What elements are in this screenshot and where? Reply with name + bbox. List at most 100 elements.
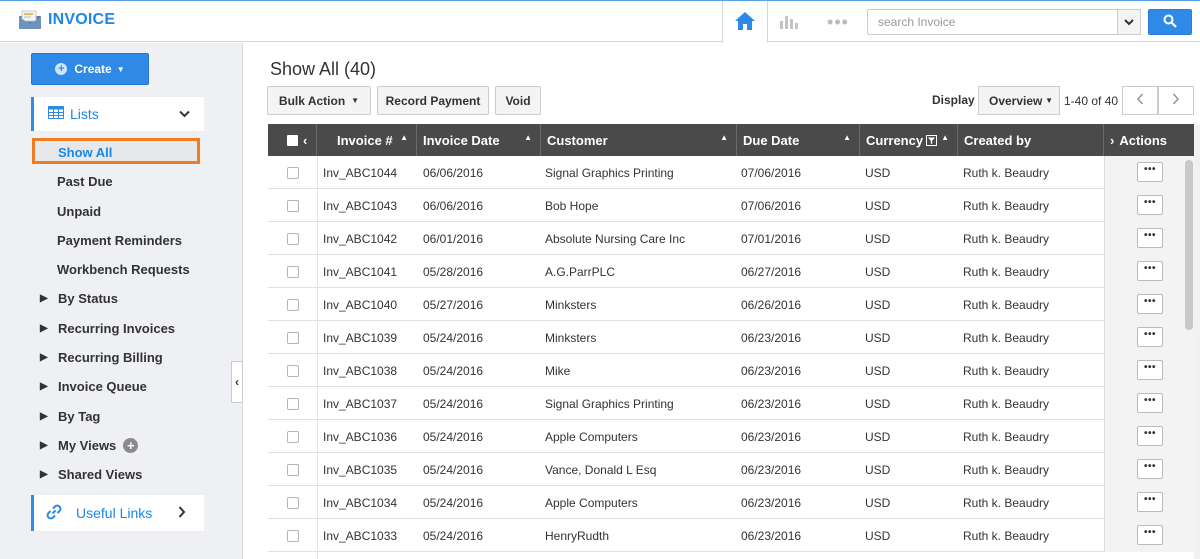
column-header-invoice-number[interactable]: Invoice # ▲ — [317, 124, 417, 156]
lists-section-header[interactable]: Lists — [31, 97, 204, 131]
row-checkbox[interactable] — [287, 299, 299, 311]
envelope-invoice-icon — [18, 10, 42, 30]
bulk-action-button[interactable]: Bulk Action ▼ — [267, 86, 371, 115]
customer-cell: Vance, Donald L Esq — [545, 462, 657, 477]
currency-cell: USD — [865, 330, 891, 345]
table-row[interactable]: Inv_ABC1034 05/24/2016 Apple Computers 06/2… — [268, 486, 1194, 519]
app-brand[interactable]: INVOICE — [18, 10, 115, 30]
row-checkbox[interactable] — [287, 200, 299, 212]
create-button[interactable]: + Create ▼ — [31, 53, 149, 85]
scrollbar-track[interactable] — [1194, 124, 1200, 559]
created-by-cell: Ruth k. Beaudry — [963, 297, 1050, 312]
currency-cell: USD — [865, 396, 891, 411]
row-actions-button[interactable]: ••• — [1137, 195, 1163, 215]
table-header: ‹ Invoice # ▲ Invoice Date ▲ Customer ▲ … — [268, 124, 1194, 156]
sidebar-group-recurring-billing[interactable]: ▶ Recurring Billing — [40, 350, 163, 365]
void-button[interactable]: Void — [495, 86, 541, 115]
sidebar-group-by-status[interactable]: ▶ By Status — [40, 291, 118, 306]
row-actions-button[interactable]: ••• — [1137, 393, 1163, 413]
sidebar-collapse-button[interactable]: ‹ — [231, 361, 243, 403]
sidebar-group-by-tag[interactable]: ▶ By Tag — [40, 409, 100, 424]
due-date-cell: 06/23/2016 — [741, 528, 802, 543]
next-page-button[interactable] — [1158, 86, 1194, 115]
due-date-cell: 07/06/2016 — [741, 165, 802, 180]
row-checkbox[interactable] — [287, 266, 299, 278]
column-header-actions[interactable]: › Actions — [1104, 124, 1194, 156]
created-by-cell: Ruth k. Beaudry — [963, 363, 1050, 378]
table-row[interactable]: Inv_ABC1043 06/06/2016 Bob Hope 07/06/2016 U… — [268, 189, 1194, 222]
table-row[interactable]: Inv_ABC1037 05/24/2016 Signal Graphics Pri… — [268, 387, 1194, 420]
previous-page-button[interactable] — [1122, 86, 1158, 115]
actions-cell: ••• — [1104, 189, 1194, 222]
sidebar-item-show-all[interactable]: Show All — [32, 138, 200, 164]
row-checkbox[interactable] — [287, 464, 299, 476]
row-actions-button[interactable]: ••• — [1137, 525, 1163, 545]
scrollbar-thumb[interactable] — [1185, 160, 1193, 330]
currency-cell: USD — [865, 495, 891, 510]
record-payment-button[interactable]: Record Payment — [377, 86, 489, 115]
row-checkbox[interactable] — [287, 431, 299, 443]
reports-button[interactable] — [772, 1, 806, 43]
invoice-number-cell: Inv_ABC1044 — [323, 165, 398, 180]
row-checkbox[interactable] — [287, 497, 299, 509]
sidebar-item-payment-reminders[interactable]: Payment Reminders — [57, 233, 182, 248]
invoice-date-cell: 05/24/2016 — [423, 462, 484, 477]
sidebar-group-recurring-invoices[interactable]: ▶ Recurring Invoices — [40, 321, 175, 336]
search-input[interactable] — [867, 9, 1117, 35]
search-dropdown-button[interactable] — [1117, 9, 1141, 35]
column-header-due-date[interactable]: Due Date ▲ — [737, 124, 860, 156]
row-actions-button[interactable]: ••• — [1137, 162, 1163, 182]
row-checkbox[interactable] — [287, 398, 299, 410]
display-view-select[interactable]: Overview ▼ — [978, 86, 1060, 115]
row-actions-button[interactable]: ••• — [1137, 492, 1163, 512]
select-all-header[interactable]: ‹ — [268, 124, 317, 156]
more-menu-button[interactable]: ••• — [818, 1, 858, 43]
table-row[interactable]: Inv_ABC1033 05/24/2016 HenryRudth 06/23/201… — [268, 519, 1194, 552]
row-actions-button[interactable]: ••• — [1137, 360, 1163, 380]
chevron-right-icon — [178, 506, 186, 521]
sidebar-item-workbench-requests[interactable]: Workbench Requests — [57, 262, 190, 277]
column-header-currency[interactable]: Currency ▲ — [860, 124, 958, 156]
column-header-created-by[interactable]: Created by — [958, 124, 1104, 156]
add-view-button[interactable]: + — [123, 438, 139, 453]
row-checkbox[interactable] — [287, 233, 299, 245]
column-header-invoice-date[interactable]: Invoice Date ▲ — [417, 124, 541, 156]
row-actions-button[interactable]: ••• — [1137, 459, 1163, 479]
column-header-label: Customer — [547, 132, 608, 148]
chevron-left-icon[interactable]: ‹ — [303, 133, 307, 148]
bulk-action-label: Bulk Action — [278, 93, 346, 108]
search-icon — [1163, 14, 1177, 31]
table-row[interactable]: Inv_ABC1036 05/24/2016 Apple Computers 06/2… — [268, 420, 1194, 453]
table-row[interactable]: Inv_ABC1044 06/06/2016 Signal Graphics Pri… — [268, 156, 1194, 189]
sidebar-group-invoice-queue[interactable]: ▶ Invoice Queue — [40, 379, 147, 394]
table-row[interactable]: Inv_ABC1038 05/24/2016 Mike 06/23/2016 USD Ru… — [268, 354, 1194, 387]
column-divider — [317, 156, 318, 559]
useful-links-section[interactable]: Useful Links — [31, 495, 204, 531]
sidebar-group-my-views[interactable]: ▶ My Views + — [40, 438, 139, 453]
row-checkbox[interactable] — [287, 530, 299, 542]
row-actions-button[interactable]: ••• — [1137, 228, 1163, 248]
filter-icon[interactable] — [926, 134, 938, 146]
sidebar-item-unpaid[interactable]: Unpaid — [57, 204, 101, 219]
row-checkbox[interactable] — [287, 365, 299, 377]
row-actions-button[interactable]: ••• — [1137, 261, 1163, 281]
sidebar-group-shared-views[interactable]: ▶ Shared Views — [40, 467, 142, 482]
invoice-number-cell: Inv_ABC1042 — [323, 231, 398, 246]
row-actions-button[interactable]: ••• — [1137, 327, 1163, 347]
table-row[interactable]: Inv_ABC1039 05/24/2016 Minksters 06/23/2016… — [268, 321, 1194, 354]
home-button[interactable] — [722, 1, 768, 43]
search-button[interactable] — [1148, 9, 1192, 35]
row-actions-button[interactable]: ••• — [1137, 294, 1163, 314]
table-row[interactable]: Inv_ABC1040 05/27/2016 Minksters 06/26/2016… — [268, 288, 1194, 321]
row-checkbox[interactable] — [287, 332, 299, 344]
column-header-customer[interactable]: Customer ▲ — [541, 124, 737, 156]
currency-cell: USD — [865, 363, 891, 378]
select-all-checkbox[interactable] — [287, 134, 298, 146]
row-actions-button[interactable]: ••• — [1137, 426, 1163, 446]
actions-cell: ••• — [1104, 222, 1194, 255]
table-row[interactable]: Inv_ABC1035 05/24/2016 Vance, Donald L Esq… — [268, 453, 1194, 486]
table-row[interactable]: Inv_ABC1042 06/01/2016 Absolute Nursing Ca… — [268, 222, 1194, 255]
row-checkbox[interactable] — [287, 167, 299, 179]
table-row[interactable]: Inv_ABC1041 05/28/2016 A.G.ParrPLC 06/27/20… — [268, 255, 1194, 288]
sidebar-item-past-due[interactable]: Past Due — [57, 174, 113, 189]
